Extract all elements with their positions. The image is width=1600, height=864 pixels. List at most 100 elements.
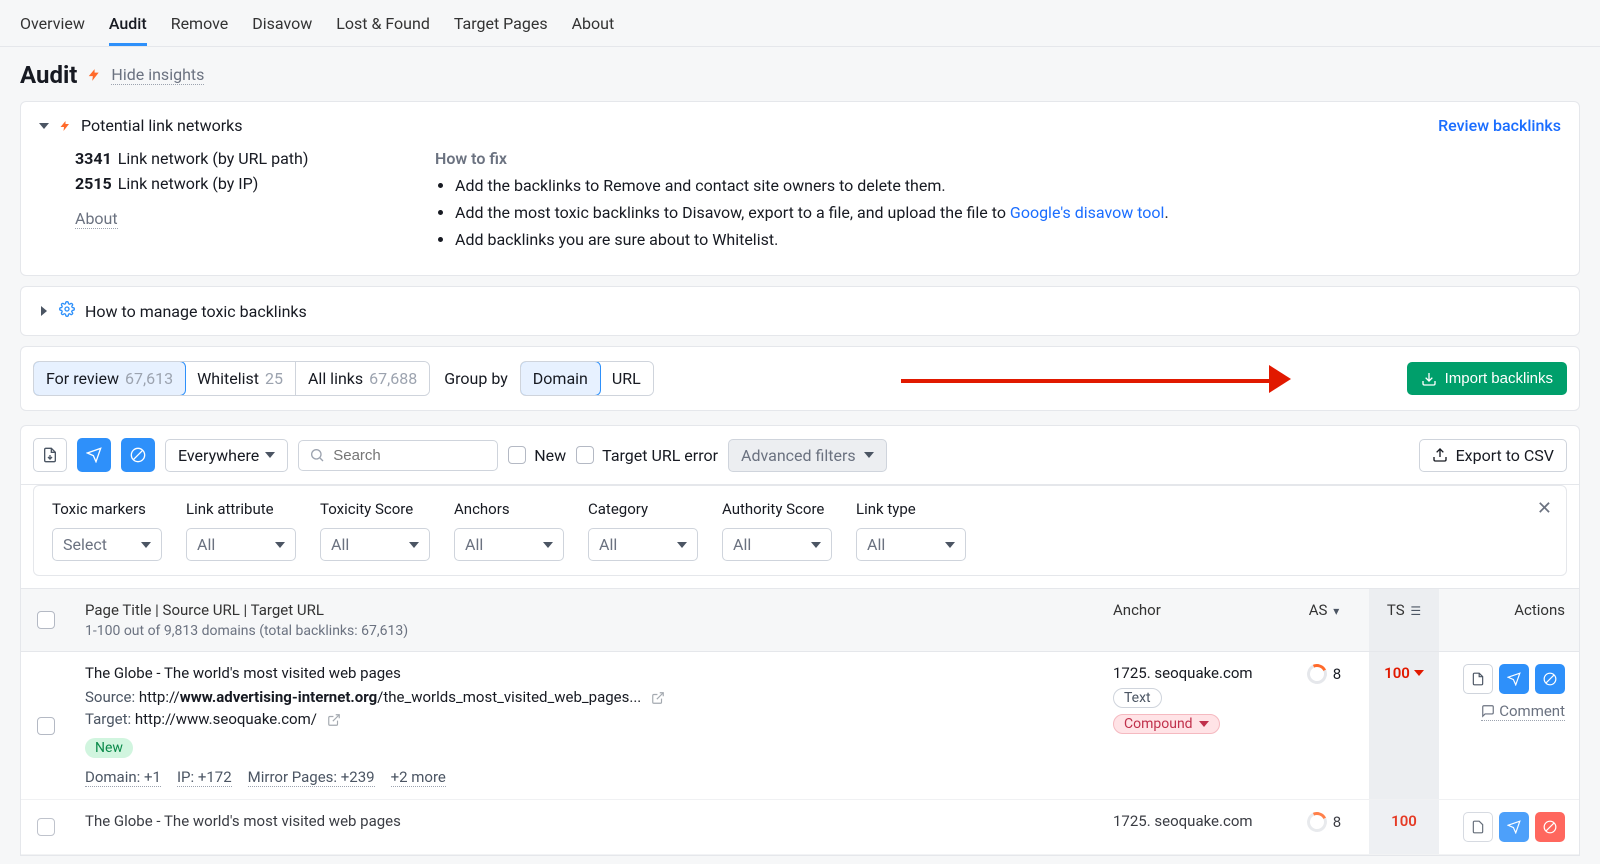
table-row: The Globe - The world's most visited web… xyxy=(21,652,1579,800)
groupby-url[interactable]: URL xyxy=(600,362,653,395)
stat-count: 2515 xyxy=(75,174,112,193)
external-link-icon[interactable] xyxy=(651,691,665,705)
row-send-icon[interactable] xyxy=(1499,812,1529,842)
row-target[interactable]: Target: http://www.seoquake.com/ xyxy=(85,710,1085,728)
filter-dropdown[interactable]: All xyxy=(186,528,296,561)
manage-title: How to manage toxic backlinks xyxy=(85,302,307,321)
row-checkbox[interactable] xyxy=(21,652,71,799)
as-value: 8 xyxy=(1293,812,1355,832)
search-box[interactable] xyxy=(298,440,498,471)
gear-icon xyxy=(59,301,75,321)
filter-toxicity-score: Toxicity Score All xyxy=(320,500,430,561)
column-as[interactable]: AS ▾ xyxy=(1279,589,1369,651)
row-title[interactable]: The Globe - The world's most visited web… xyxy=(85,812,1085,830)
filter-anchors: Anchors All xyxy=(454,500,564,561)
filter-dropdown[interactable]: All xyxy=(856,528,966,561)
stat-count: 3341 xyxy=(75,149,112,168)
list-file-icon[interactable] xyxy=(33,438,67,472)
row-block-icon[interactable] xyxy=(1535,664,1565,694)
meta-link[interactable]: +2 more xyxy=(391,768,446,787)
export-csv-button[interactable]: Export to CSV xyxy=(1419,439,1567,472)
chevron-down-icon: ▾ xyxy=(1333,604,1339,618)
filter-dropdown[interactable]: All xyxy=(454,528,564,561)
import-backlinks-button[interactable]: Import backlinks xyxy=(1407,362,1567,395)
page-titlebar: Audit Hide insights xyxy=(0,47,1600,101)
chevron-down-icon xyxy=(265,452,275,458)
comment-link[interactable]: Comment xyxy=(1481,702,1565,721)
row-file-icon[interactable] xyxy=(1463,664,1493,694)
filter-dropdown[interactable]: All xyxy=(722,528,832,561)
new-checkbox[interactable]: New xyxy=(508,446,566,465)
row-checkbox[interactable] xyxy=(21,800,71,854)
groupby-segment: Domain URL xyxy=(520,361,654,396)
groupby-domain[interactable]: Domain xyxy=(520,361,601,396)
howfix-title: How to fix xyxy=(435,149,1561,168)
manage-card-header[interactable]: How to manage toxic backlinks xyxy=(21,287,1579,335)
about-link[interactable]: About xyxy=(75,209,118,229)
filter-link-type: Link type All xyxy=(856,500,966,561)
row-source[interactable]: Source: http://www.advertising-internet.… xyxy=(85,688,1085,706)
nav-tab-audit[interactable]: Audit xyxy=(109,8,147,46)
meta-link[interactable]: Mirror Pages: +239 xyxy=(248,768,375,787)
page-title: Audit xyxy=(20,61,77,89)
stat-label: Link network (by URL path) xyxy=(118,149,309,168)
tab-all-links[interactable]: All links67,688 xyxy=(296,362,429,395)
send-icon[interactable] xyxy=(77,438,111,472)
select-all-checkbox[interactable] xyxy=(21,589,71,651)
chevron-down-icon xyxy=(275,542,285,548)
nav-tab-about[interactable]: About xyxy=(572,8,615,46)
chevron-down-icon xyxy=(409,542,419,548)
chevron-down-icon xyxy=(945,542,955,548)
howfix-item: Add the most toxic backlinks to Disavow,… xyxy=(455,203,1561,222)
chevron-down-icon xyxy=(141,542,151,548)
disavow-tool-link[interactable]: Google's disavow tool xyxy=(1010,203,1165,222)
nav-tab-overview[interactable]: Overview xyxy=(20,8,85,46)
advanced-filters-button[interactable]: Advanced filters xyxy=(728,439,887,472)
bolt-icon xyxy=(87,66,101,84)
filter-dropdown[interactable]: Select xyxy=(52,528,162,561)
hide-insights-link[interactable]: Hide insights xyxy=(111,65,204,85)
tab-whitelist[interactable]: Whitelist25 xyxy=(185,362,296,395)
column-anchor[interactable]: Anchor xyxy=(1099,589,1279,651)
block-icon[interactable] xyxy=(121,438,155,472)
anchor-type-pill: Text xyxy=(1113,688,1162,708)
ts-value[interactable]: 100 xyxy=(1391,812,1417,830)
howfix-item: Add backlinks you are sure about to Whit… xyxy=(455,230,1561,249)
row-send-icon[interactable] xyxy=(1499,664,1529,694)
filter-dropdown[interactable]: All xyxy=(588,528,698,561)
target-error-checkbox[interactable]: Target URL error xyxy=(576,446,718,465)
row-file-icon[interactable] xyxy=(1463,812,1493,842)
insight-card-header[interactable]: Potential link networks Review backlinks xyxy=(21,102,1579,149)
scope-dropdown[interactable]: Everywhere xyxy=(165,439,288,472)
compound-pill[interactable]: Compound xyxy=(1113,714,1220,734)
nav-tab-remove[interactable]: Remove xyxy=(171,8,229,46)
column-ts[interactable]: TS ☰ xyxy=(1369,589,1439,651)
search-input[interactable] xyxy=(333,447,487,464)
external-link-icon[interactable] xyxy=(327,713,341,727)
row-title[interactable]: The Globe - The world's most visited web… xyxy=(85,664,1085,682)
row-block-icon[interactable] xyxy=(1535,812,1565,842)
chevron-down-icon xyxy=(811,542,821,548)
filter-dropdown[interactable]: All xyxy=(320,528,430,561)
tab-for-review[interactable]: For review67,613 xyxy=(33,361,186,396)
insight-title: Potential link networks xyxy=(81,116,243,135)
chevron-down-icon xyxy=(677,542,687,548)
chevron-right-icon xyxy=(41,306,47,316)
chevron-down-icon xyxy=(1414,670,1424,676)
bolt-icon xyxy=(59,118,71,134)
gauge-icon xyxy=(1304,809,1330,835)
groupby-label: Group by xyxy=(444,369,508,388)
review-backlinks-link[interactable]: Review backlinks xyxy=(1438,116,1561,135)
close-filters-icon[interactable]: ✕ xyxy=(1537,498,1552,519)
nav-tab-lostfound[interactable]: Lost & Found xyxy=(336,8,430,46)
gauge-icon xyxy=(1304,661,1330,687)
meta-link[interactable]: Domain: +1 xyxy=(85,768,161,787)
chevron-down-icon xyxy=(1199,721,1209,727)
column-page-title[interactable]: Page Title | Source URL | Target URL 1-1… xyxy=(71,589,1099,651)
ts-value[interactable]: 100 xyxy=(1384,664,1424,682)
filter-category: Category All xyxy=(588,500,698,561)
meta-link[interactable]: IP: +172 xyxy=(177,768,232,787)
chevron-down-icon xyxy=(543,542,553,548)
nav-tab-disavow[interactable]: Disavow xyxy=(252,8,312,46)
nav-tab-targetpages[interactable]: Target Pages xyxy=(454,8,548,46)
